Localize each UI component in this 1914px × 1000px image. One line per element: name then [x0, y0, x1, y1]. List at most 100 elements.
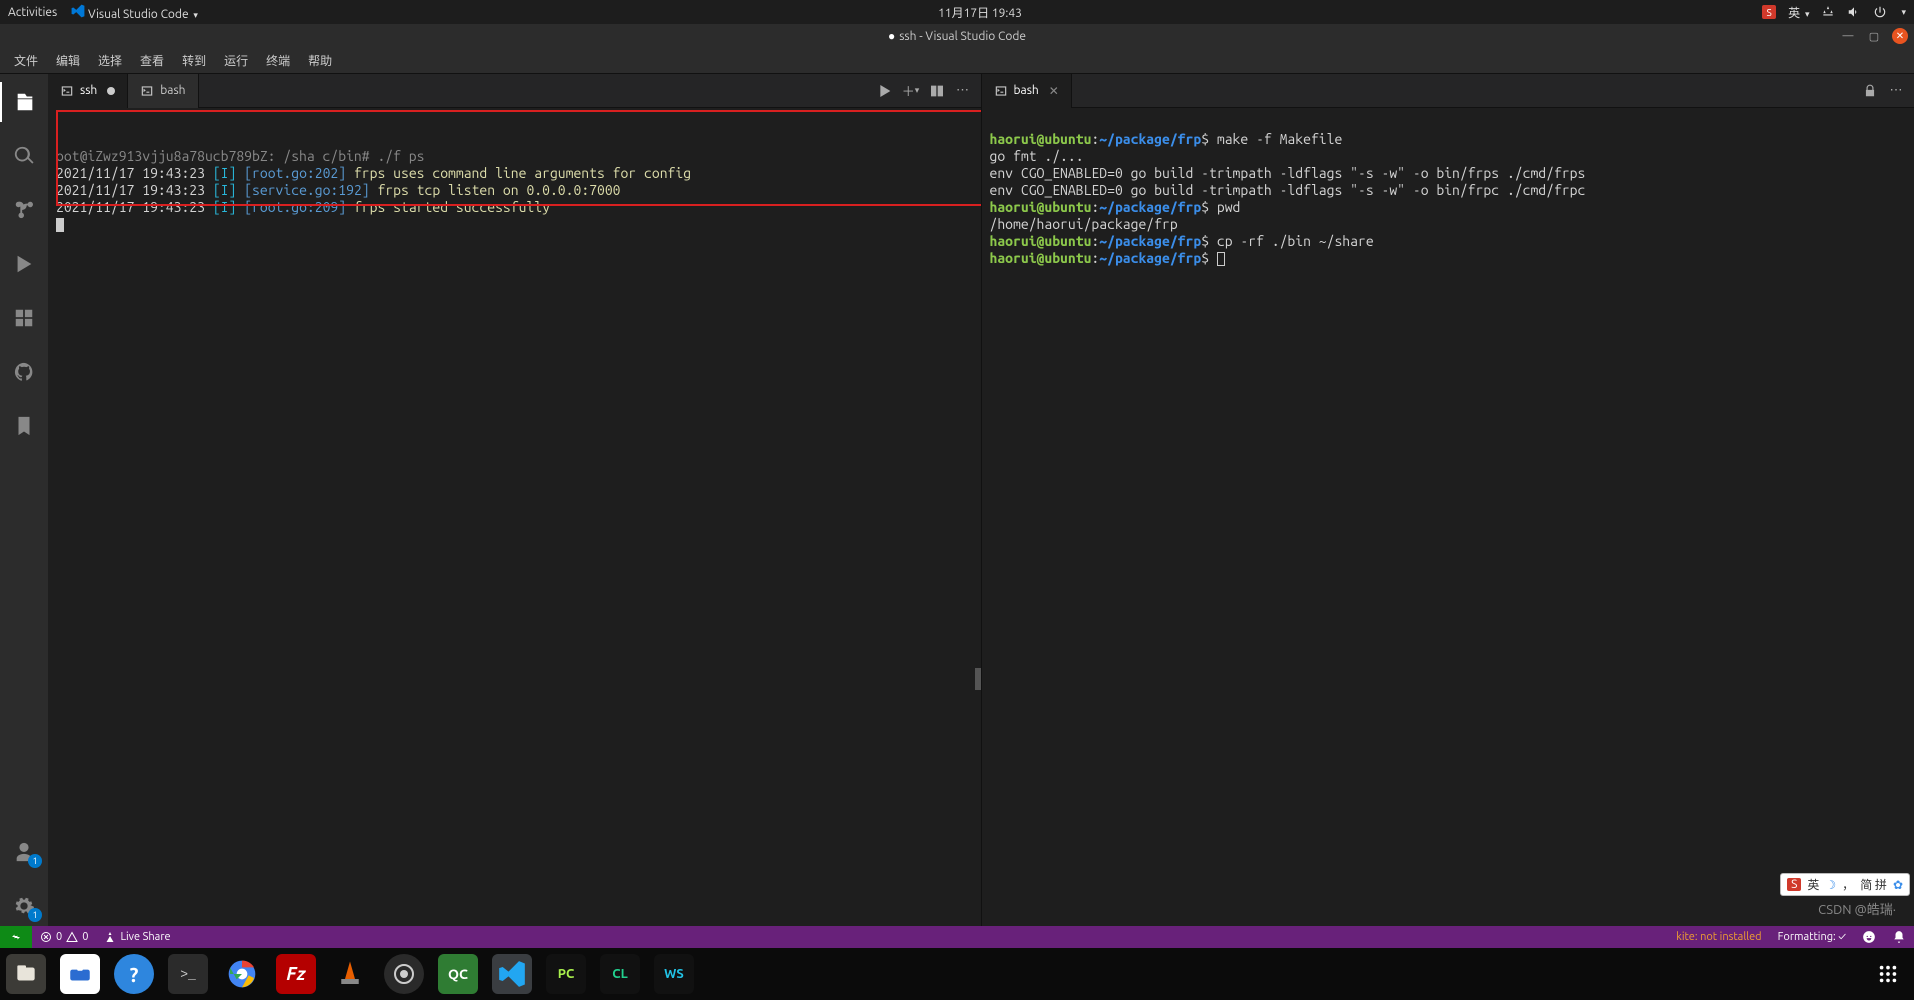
volume-icon[interactable] [1847, 5, 1861, 19]
terminal-icon [140, 84, 154, 98]
dock-pycharm[interactable]: PC [546, 954, 586, 994]
tab-ssh[interactable]: ssh [48, 74, 128, 108]
menu-view[interactable]: 查看 [132, 49, 172, 72]
menu-help[interactable]: 帮助 [300, 49, 340, 72]
terminal-left[interactable]: oot@iZwz913vjju8a78ucb789bZ: /sha c/bin#… [48, 108, 981, 926]
tab-label: bash [1014, 84, 1039, 97]
terminal-line: oot@iZwz913vjju8a78ucb789bZ: /sha c/bin#… [56, 148, 424, 164]
status-kite[interactable]: kite: not installed [1668, 926, 1769, 948]
terminal-line: env CGO_ENABLED=0 go build -trimpath -ld… [990, 182, 1586, 198]
status-bell-icon[interactable] [1884, 926, 1914, 948]
dock-vlc[interactable] [330, 954, 370, 994]
topbar-app[interactable]: Visual Studio Code ▾ [71, 4, 198, 21]
menu-terminal[interactable]: 终端 [258, 49, 298, 72]
terminal-line: 2021/11/17 19:43:23 [I] [root.go:202] fr… [56, 165, 691, 181]
cursor-icon [1217, 252, 1225, 266]
chevron-down-icon[interactable]: ▾ [1901, 7, 1906, 18]
ime-mode: 简 拼 [1860, 876, 1887, 893]
editor-pane-right: bash ✕ ⋯ haorui@ubuntu:~/package/frp$ ma… [982, 74, 1914, 926]
status-feedback-icon[interactable] [1854, 926, 1884, 948]
badge: 1 [28, 908, 42, 922]
terminal-icon [60, 84, 74, 98]
vscode-icon [71, 4, 85, 18]
menu-run[interactable]: 运行 [216, 49, 256, 72]
topbar-datetime[interactable]: 11月17日 19:43 [198, 4, 1762, 21]
more-icon[interactable]: ⋯ [1888, 83, 1904, 99]
menu-go[interactable]: 转到 [174, 49, 214, 72]
gear-icon[interactable]: ✿ [1893, 878, 1903, 892]
dock-filezilla[interactable]: Fz [276, 954, 316, 994]
editor-group: ssh bash ＋▾ ⋯ oot@iZwz913vjju8a78ucb789b… [48, 74, 1914, 926]
status-formatting[interactable]: Formatting: ✓ [1770, 926, 1854, 948]
new-tab-icon[interactable]: ＋▾ [903, 83, 919, 99]
live-share-label: Live Share [120, 931, 170, 943]
lock-icon[interactable] [1862, 83, 1878, 99]
sogou-brand-icon: S [1787, 878, 1801, 891]
maximize-button[interactable]: ▢ [1866, 28, 1882, 44]
sogou-icon[interactable]: S [1762, 5, 1776, 19]
ime-lang-indicator[interactable]: 英 ▾ [1788, 4, 1809, 21]
activity-run-debug[interactable] [0, 244, 48, 284]
run-icon[interactable] [877, 83, 893, 99]
menu-file[interactable]: 文件 [6, 49, 46, 72]
dock-terminal[interactable]: >_ [168, 954, 208, 994]
tab-bash[interactable]: bash [128, 74, 198, 108]
power-icon[interactable] [1873, 5, 1887, 19]
tab-bash-right[interactable]: bash ✕ [982, 74, 1072, 108]
status-errors[interactable]: 0 0 [32, 926, 96, 948]
network-icon[interactable] [1821, 5, 1835, 19]
activity-search[interactable] [0, 136, 48, 176]
gnome-topbar: Activities Visual Studio Code ▾ 11月17日 1… [0, 0, 1914, 24]
tabbar-right: bash ✕ ⋯ [982, 74, 1914, 108]
ime-lang: 英 [1807, 876, 1819, 893]
status-warnings-count: 0 [82, 931, 88, 943]
dock-qtcreator[interactable]: QC [438, 954, 478, 994]
topbar-app-label: Visual Studio Code [88, 8, 189, 21]
terminal-line: haorui@ubuntu:~/package/frp$ cp -rf ./bi… [990, 233, 1374, 249]
tab-label: ssh [80, 84, 97, 97]
activitybar: 1 1 [0, 74, 48, 926]
menu-selection[interactable]: 选择 [90, 49, 130, 72]
remote-indicator[interactable] [0, 926, 32, 948]
tab-actions-right: ⋯ [1852, 83, 1914, 99]
close-button[interactable]: ✕ [1892, 28, 1908, 44]
dock-obs[interactable] [384, 954, 424, 994]
dock-vscode[interactable] [492, 954, 532, 994]
status-live-share[interactable]: Live Share [96, 926, 178, 948]
activity-bookmarks[interactable] [0, 406, 48, 446]
split-editor-icon[interactable] [929, 83, 945, 99]
dock-show-apps[interactable] [1868, 954, 1908, 994]
gnome-dock: ? >_ Fz QC PC CL WS [0, 948, 1914, 1000]
terminal-line: 2021/11/17 19:43:23 [I] [service.go:192]… [56, 182, 621, 198]
window-titlebar: ● ssh - Visual Studio Code — ▢ ✕ [0, 24, 1914, 48]
activity-source-control[interactable] [0, 190, 48, 230]
activity-explorer[interactable] [0, 82, 48, 122]
scrollbar[interactable] [975, 668, 981, 690]
terminal-icon [994, 84, 1008, 98]
ime-popup[interactable]: S 英 ☽ ， 简 拼 ✿ [1780, 873, 1910, 896]
menubar: 文件 编辑 选择 查看 转到 运行 终端 帮助 [0, 48, 1914, 74]
terminal-right[interactable]: haorui@ubuntu:~/package/frp$ make -f Mak… [982, 108, 1914, 926]
activity-github[interactable] [0, 352, 48, 392]
dock-chrome[interactable] [222, 954, 262, 994]
window-title: ssh - Visual Studio Code [899, 30, 1026, 43]
more-icon[interactable]: ⋯ [955, 83, 971, 99]
menu-edit[interactable]: 编辑 [48, 49, 88, 72]
dock-files[interactable] [6, 954, 46, 994]
close-tab-icon[interactable]: ✕ [1049, 84, 1059, 98]
editor-pane-left: ssh bash ＋▾ ⋯ oot@iZwz913vjju8a78ucb789b… [48, 74, 982, 926]
dock-help[interactable]: ? [114, 954, 154, 994]
dirty-dot-icon [107, 87, 115, 95]
dock-clion[interactable]: CL [600, 954, 640, 994]
activity-account[interactable]: 1 [0, 832, 48, 872]
badge: 1 [28, 854, 42, 868]
dock-software[interactable] [60, 954, 100, 994]
tab-label: bash [160, 84, 185, 97]
statusbar: 0 0 Live Share kite: not installed Forma… [0, 926, 1914, 948]
minimize-button[interactable]: — [1840, 28, 1856, 44]
dock-webstorm[interactable]: WS [654, 954, 694, 994]
activity-extensions[interactable] [0, 298, 48, 338]
activities-button[interactable]: Activities [8, 6, 57, 19]
activity-settings[interactable]: 1 [0, 886, 48, 926]
cursor-icon [56, 218, 64, 232]
